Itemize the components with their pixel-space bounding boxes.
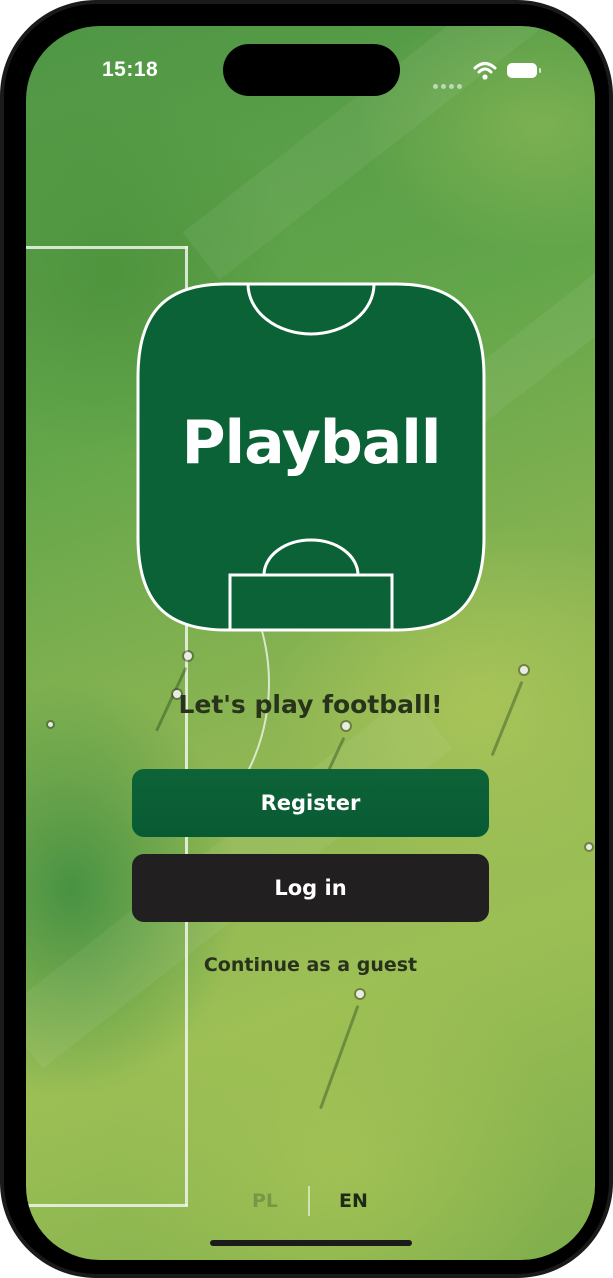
app-screen: 15:18 Playball Let's play football! Regi…	[26, 26, 595, 1260]
logo-wordmark: Playball	[181, 408, 442, 478]
welcome-tagline: Let's play football!	[178, 690, 443, 719]
continue-as-guest-link[interactable]: Continue as a guest	[26, 954, 595, 976]
player-shadow	[318, 1004, 360, 1110]
status-time: 15:18	[102, 58, 159, 81]
phone-frame: 15:18 Playball Let's play football! Regi…	[0, 0, 613, 1278]
penalty-box-top-line	[26, 246, 188, 249]
player-figure	[520, 666, 528, 674]
player-figure	[184, 652, 192, 660]
player-figure	[586, 844, 592, 850]
language-option-pl[interactable]: PL	[252, 1190, 278, 1212]
language-divider	[308, 1186, 310, 1216]
language-option-en[interactable]: EN	[339, 1190, 368, 1212]
app-logo: Playball	[136, 282, 486, 632]
wifi-icon	[473, 62, 497, 80]
player-figure	[342, 722, 350, 730]
dynamic-island	[223, 44, 400, 96]
phone-bezel: 15:18 Playball Let's play football! Regi…	[4, 4, 609, 1274]
home-indicator	[210, 1240, 412, 1246]
register-button-label: Register	[260, 791, 361, 815]
battery-icon	[507, 63, 541, 78]
cellular-dots-icon	[433, 74, 473, 89]
register-button[interactable]: Register	[132, 769, 489, 837]
player-figure	[356, 990, 364, 998]
player-figure	[48, 722, 53, 727]
login-button-label: Log in	[274, 876, 347, 900]
login-button[interactable]: Log in	[132, 854, 489, 922]
penalty-box-bottom-line	[26, 1204, 188, 1207]
